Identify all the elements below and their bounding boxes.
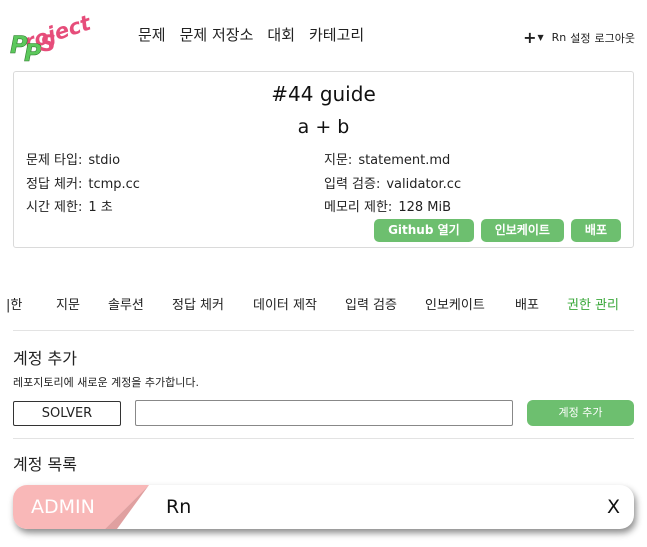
problem-title: #44 guide bbox=[271, 82, 376, 106]
tab-data-generation[interactable]: 데이터 제작 bbox=[253, 294, 317, 313]
account-list-title: 계정 목록 bbox=[13, 455, 77, 474]
nav-categories[interactable]: 카테고리 bbox=[309, 24, 364, 45]
deploy-button[interactable]: 배포 bbox=[570, 219, 621, 242]
field-label: 정답 체커: bbox=[26, 177, 83, 192]
tab-permissions[interactable]: 권한 관리 bbox=[567, 294, 619, 313]
nav-contests[interactable]: 대회 bbox=[267, 24, 295, 45]
field-statement: 지문: statement.md bbox=[324, 149, 450, 168]
card-actions: Github 열기 인보케이트 배포 bbox=[374, 219, 621, 242]
tab-statement[interactable]: 지문 bbox=[56, 294, 80, 313]
field-label: 시간 제한: bbox=[26, 200, 83, 215]
field-label: 문제 타입: bbox=[26, 153, 83, 168]
tab-deploy[interactable]: 배포 bbox=[515, 294, 539, 313]
field-validator: 입력 검증: validator.cc bbox=[324, 173, 461, 192]
problem-info-card: #44 guide a + b 문제 타입: stdio 정답 체커: tcmp.c… bbox=[13, 71, 634, 248]
divider bbox=[13, 330, 634, 331]
create-menu-button[interactable]: + ▼ bbox=[523, 28, 544, 47]
tab-validator[interactable]: 입력 검증 bbox=[345, 294, 397, 313]
invoke-button[interactable]: 인보케이트 bbox=[480, 219, 564, 242]
remove-account-button[interactable]: X bbox=[607, 485, 620, 529]
account-name-input[interactable] bbox=[135, 400, 513, 426]
tab-cut-off[interactable]: |한 bbox=[6, 294, 22, 313]
user-area: + ▼ Rn 설정 로그아웃 bbox=[523, 28, 635, 47]
tab-checker[interactable]: 정답 체커 bbox=[172, 294, 224, 313]
field-problem-type: 문제 타입: stdio bbox=[26, 149, 120, 168]
main-nav: 문제 문제 저장소 대회 카테고리 bbox=[138, 24, 378, 45]
field-label: 메모리 제한: bbox=[324, 200, 393, 215]
field-value: statement.md bbox=[358, 153, 451, 168]
tab-solutions[interactable]: 솔루션 bbox=[108, 294, 144, 313]
role-select[interactable]: SOLVER bbox=[13, 401, 121, 426]
role-badge: ADMIN bbox=[13, 485, 149, 529]
field-value: stdio bbox=[88, 153, 121, 168]
nav-problems[interactable]: 문제 bbox=[138, 24, 166, 45]
account-name: Rn bbox=[166, 496, 192, 518]
plus-icon: + bbox=[523, 28, 537, 47]
role-label: ADMIN bbox=[31, 496, 95, 518]
nav-problem-repository[interactable]: 문제 저장소 bbox=[180, 24, 254, 45]
add-account-title: 계정 추가 bbox=[13, 349, 77, 368]
caret-down-icon: ▼ bbox=[537, 33, 544, 42]
divider bbox=[13, 438, 634, 439]
settings-link[interactable]: 설정 bbox=[570, 30, 590, 46]
field-value: validator.cc bbox=[386, 177, 462, 192]
svg-text:S: S bbox=[40, 32, 56, 57]
field-value: 128 MiB bbox=[398, 200, 452, 215]
open-github-button[interactable]: Github 열기 bbox=[374, 219, 474, 242]
field-value: 1 초 bbox=[88, 200, 113, 215]
add-account-button[interactable]: 계정 추가 bbox=[527, 400, 634, 426]
username[interactable]: Rn bbox=[552, 31, 567, 44]
tab-invoke[interactable]: 인보케이트 bbox=[425, 294, 485, 313]
field-label: 지문: bbox=[324, 153, 353, 168]
problem-subtitle: a + b bbox=[297, 116, 350, 138]
problem-tabs: |한 지문 솔루션 정답 체커 데이터 제작 입력 검증 인보케이트 배포 권한… bbox=[0, 294, 647, 314]
add-account-description: 레포지토리에 새로운 계정을 추가합니다. bbox=[13, 376, 200, 389]
field-checker: 정답 체커: tcmp.cc bbox=[26, 173, 140, 192]
logout-link[interactable]: 로그아웃 bbox=[595, 30, 635, 46]
logo[interactable]: roject P P S bbox=[10, 6, 102, 67]
field-value: tcmp.cc bbox=[88, 177, 140, 192]
field-label: 입력 검증: bbox=[324, 177, 381, 192]
account-row: ADMIN Rn X bbox=[13, 485, 634, 529]
field-time-limit: 시간 제한: 1 초 bbox=[26, 196, 113, 215]
field-memory-limit: 메모리 제한: 128 MiB bbox=[324, 196, 451, 215]
